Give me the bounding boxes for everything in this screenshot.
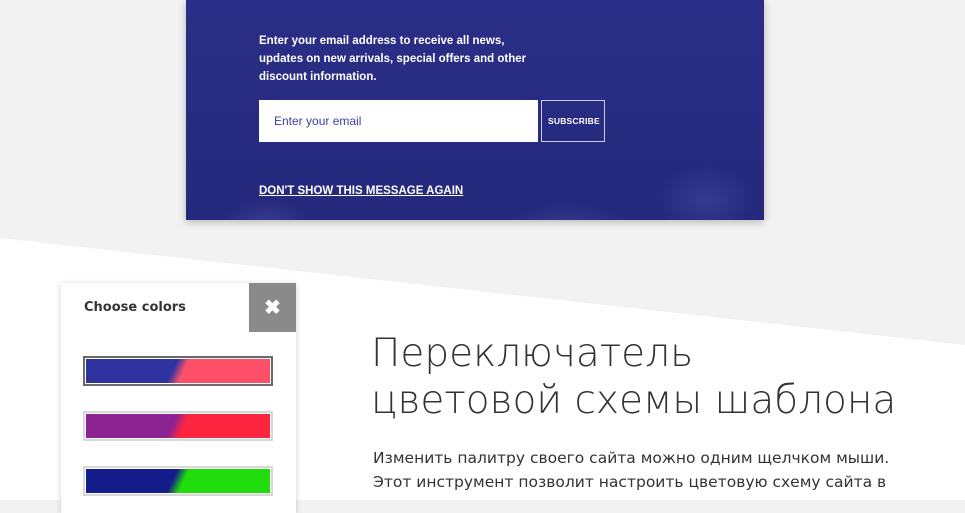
page-heading: Переключатель цветовой схемы шаблона [371,330,951,424]
heading-line-1: Переключатель [371,331,694,376]
color-scheme-swatch [86,414,270,438]
email-input[interactable] [259,100,538,142]
color-scheme-option-1[interactable] [83,356,273,386]
newsletter-text: Enter your email address to receive all … [259,35,527,83]
color-scheme-swatch [86,359,270,383]
color-scheme-option-2[interactable] [83,411,273,441]
description-line-1: Изменить палитру своего сайта можно одни… [373,449,890,467]
color-chooser-panel: Choose colors ✖ [61,283,296,513]
heading-line-2: цветовой схемы шаблона [371,378,897,423]
description-line-2: Этот инструмент позволит настроить цвето… [373,473,887,491]
color-scheme-option-3[interactable] [83,466,273,496]
feature-description: Изменить палитру своего сайта можно одни… [373,446,933,494]
panel-title: Choose colors [84,300,186,315]
close-icon[interactable]: ✖ [249,283,296,332]
color-scheme-swatch [86,469,270,493]
newsletter-popup: Enter your email address to receive all … [186,0,764,220]
dont-show-again-link[interactable]: DON'T SHOW THIS MESSAGE AGAIN [259,185,463,197]
subscribe-button[interactable]: SUBSCRIBE [541,100,605,142]
